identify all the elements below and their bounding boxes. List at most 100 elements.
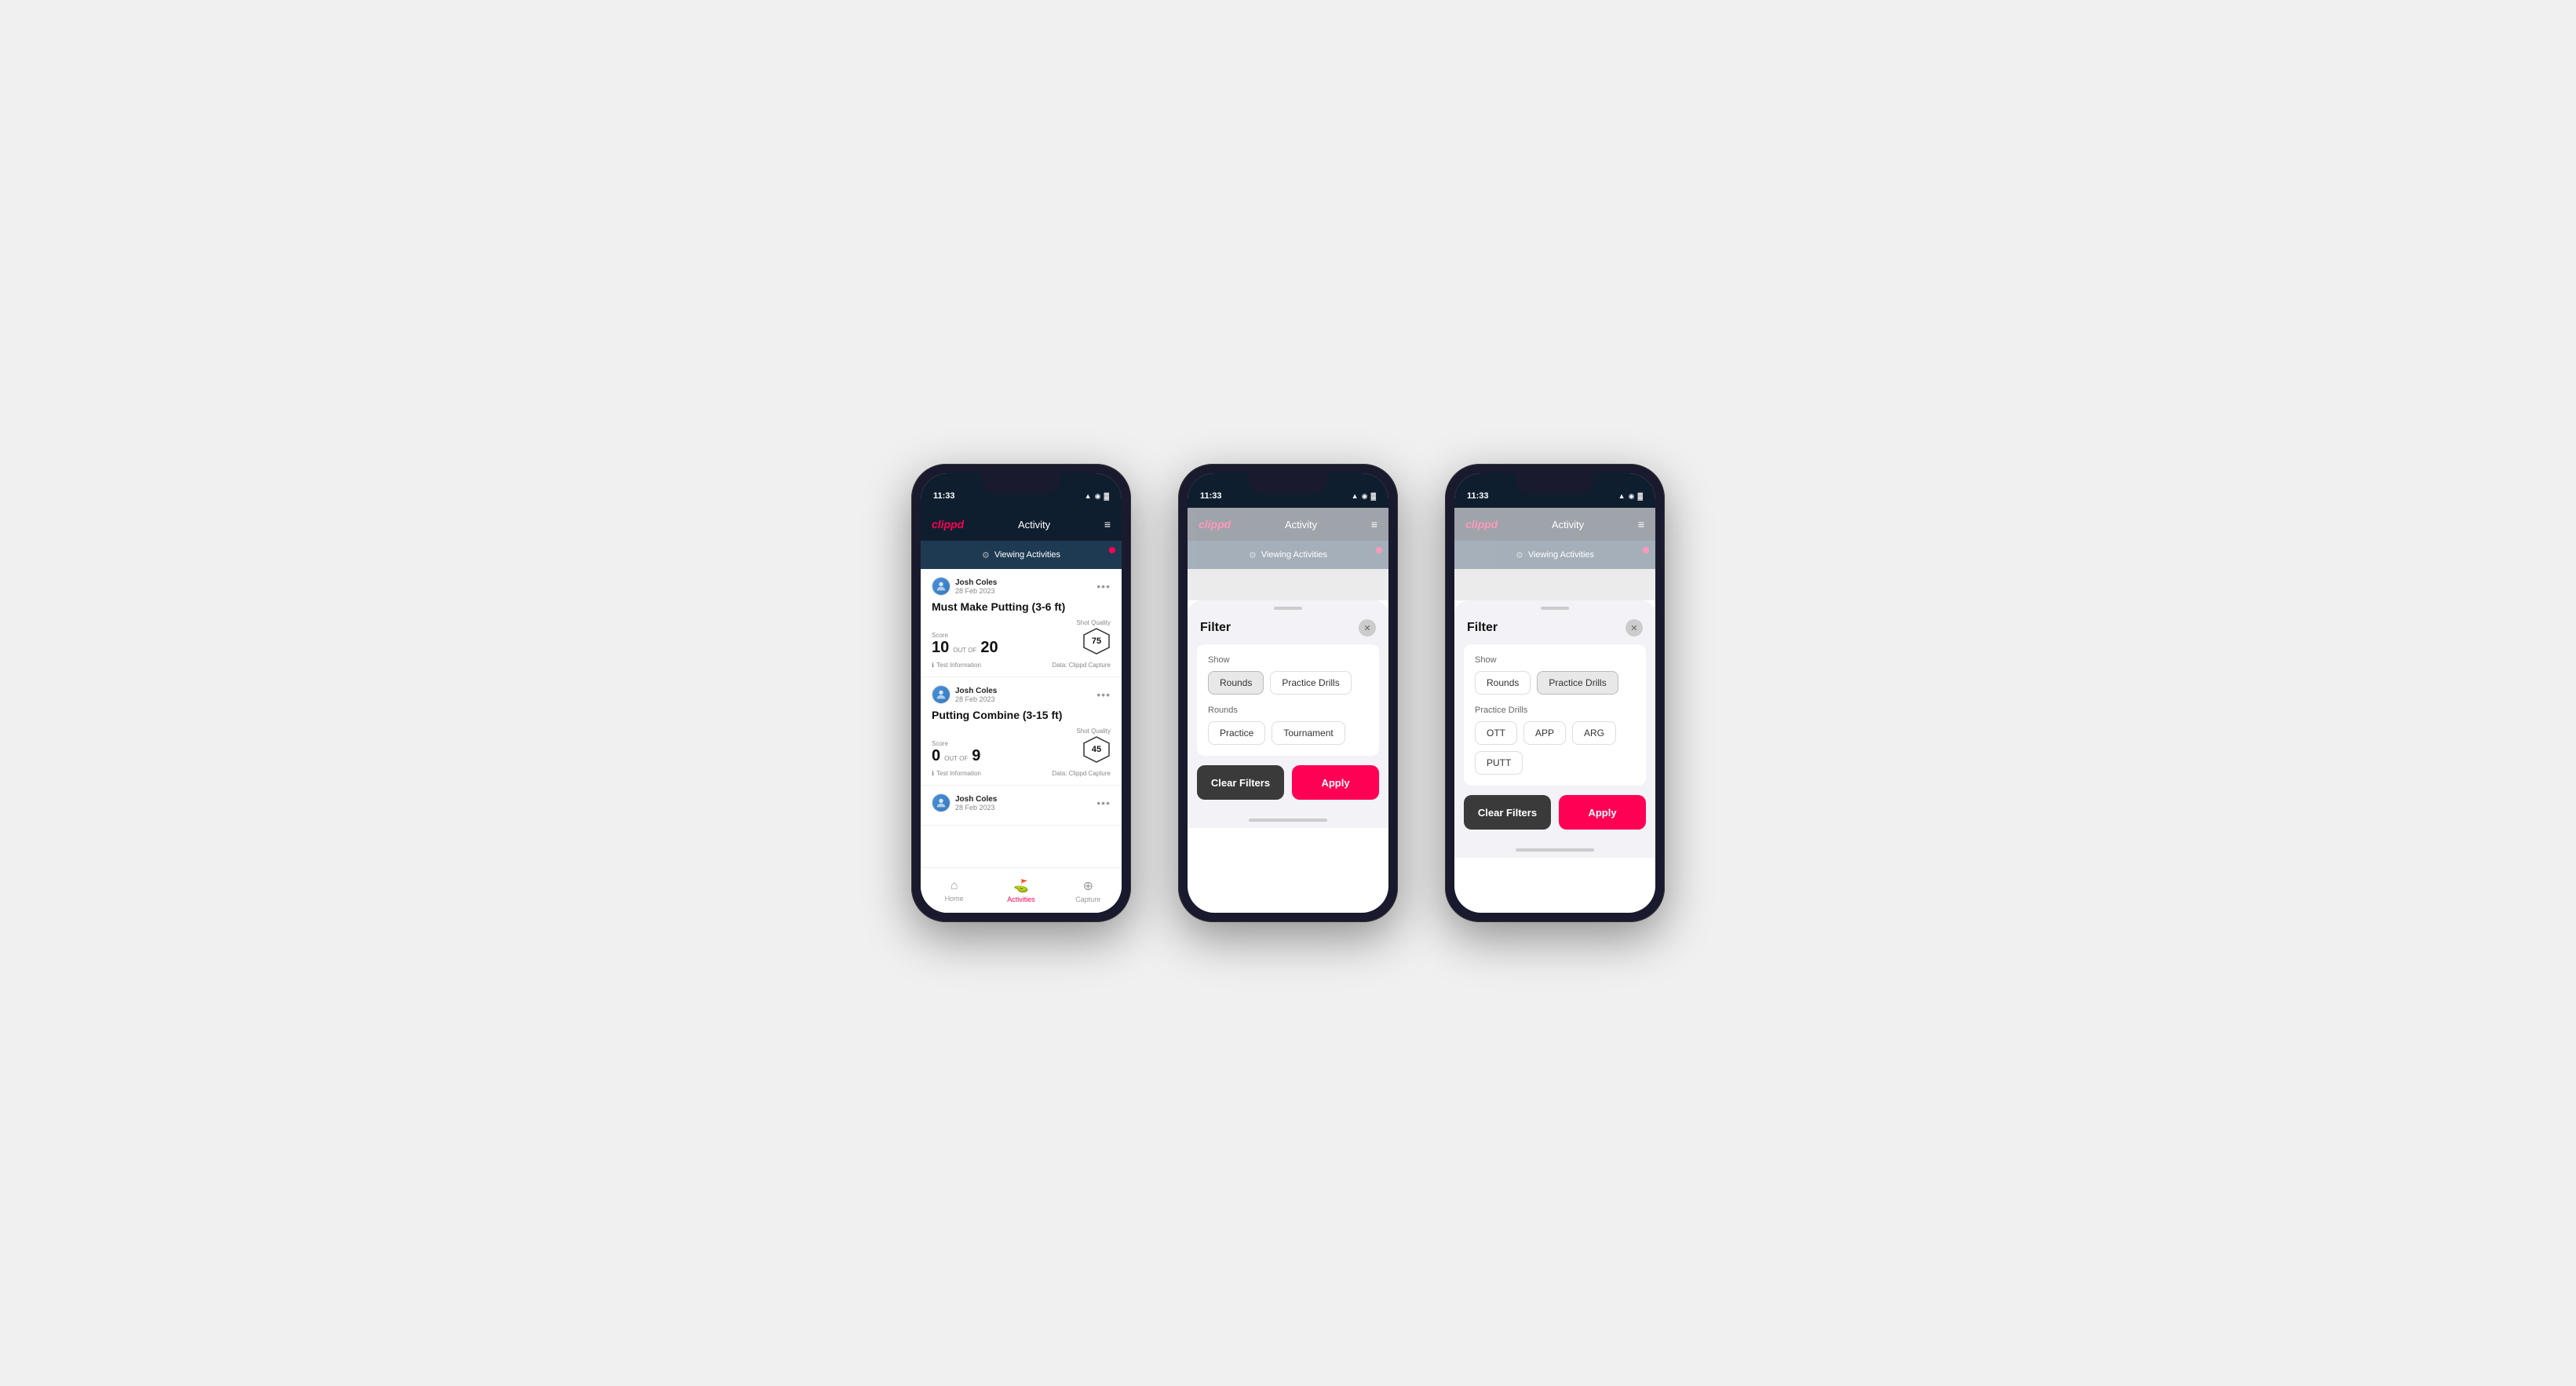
- card-menu-3[interactable]: •••: [1096, 797, 1111, 809]
- rounds-show-btn-2[interactable]: Rounds: [1208, 671, 1264, 695]
- score-label-1: Score: [932, 632, 1076, 639]
- practice-drills-label-3: Practice Drills: [1475, 706, 1635, 715]
- viewing-banner-1[interactable]: ⚙ Viewing Activities: [921, 541, 1122, 569]
- show-buttons-2: Rounds Practice Drills: [1208, 671, 1368, 695]
- card-footer-2: ℹ Test Information Data: Clippd Capture: [932, 770, 1111, 777]
- menu-icon-1[interactable]: ≡: [1104, 518, 1111, 531]
- score-block-1: Score 10 OUT OF 20: [932, 632, 1076, 655]
- notch-3: [1516, 473, 1594, 494]
- card-user-1: Josh Coles 28 Feb 2023: [932, 577, 997, 596]
- rounds-buttons-2: Practice Tournament: [1208, 721, 1368, 745]
- score-label-2: Score: [932, 740, 1076, 747]
- footer-data-2: Data: Clippd Capture: [1052, 770, 1111, 777]
- practice-drills-section-3: Practice Drills OTT APP ARG PUTT: [1475, 706, 1635, 775]
- status-time-3: 11:33: [1467, 491, 1489, 501]
- tournament-round-btn-2[interactable]: Tournament: [1272, 721, 1345, 745]
- info-icon-1: ℹ: [932, 662, 934, 669]
- bottom-indicator-3: [1454, 842, 1655, 858]
- dimmed-bg-2: [1188, 569, 1388, 600]
- nav-activities-label-1: Activities: [1007, 895, 1035, 903]
- card-header-1: Josh Coles 28 Feb 2023 •••: [932, 577, 1111, 596]
- clear-filters-btn-3[interactable]: Clear Filters: [1464, 795, 1551, 830]
- practice-drills-show-btn-3[interactable]: Practice Drills: [1537, 671, 1618, 695]
- app-header-1: clippd Activity ≡: [921, 508, 1122, 541]
- app-header-3: clippd Activity ≡: [1454, 508, 1655, 541]
- ott-btn-3[interactable]: OTT: [1475, 721, 1517, 745]
- apply-btn-3[interactable]: Apply: [1559, 795, 1646, 830]
- shot-quality-block-2: Shot Quality 45: [1076, 728, 1111, 764]
- signal-icon-3: ▲: [1618, 492, 1626, 500]
- practice-round-btn-2[interactable]: Practice: [1208, 721, 1265, 745]
- card-user-2: Josh Coles 28 Feb 2023: [932, 685, 997, 704]
- clear-filters-btn-2[interactable]: Clear Filters: [1197, 765, 1284, 800]
- activity-title-1: Must Make Putting (3-6 ft): [932, 600, 1111, 613]
- header-title-1: Activity: [1018, 519, 1050, 531]
- show-buttons-3: Rounds Practice Drills: [1475, 671, 1635, 695]
- phone-frame-2: 11:33 ▲ ◉ ▓ clippd Activity ≡ ⚙ Viewing …: [1178, 464, 1398, 922]
- status-time-1: 11:33: [933, 491, 955, 501]
- user-info-2: Josh Coles 28 Feb 2023: [955, 687, 997, 703]
- phone-frame-3: 11:33 ▲ ◉ ▓ clippd Activity ≡ ⚙ Viewing …: [1445, 464, 1665, 922]
- score-value-2: 0: [932, 748, 940, 764]
- activity-card-2[interactable]: Josh Coles 28 Feb 2023 ••• Putting Combi…: [921, 677, 1122, 786]
- shot-quality-value-2: 45: [1092, 745, 1101, 754]
- nav-capture-1[interactable]: ⊕ Capture: [1055, 878, 1122, 903]
- card-menu-1[interactable]: •••: [1096, 580, 1111, 593]
- home-indicator-2: [1249, 819, 1327, 822]
- apply-btn-2[interactable]: Apply: [1292, 765, 1379, 800]
- battery-icon-3: ▓: [1637, 492, 1643, 500]
- viewing-banner-3: ⚙ Viewing Activities: [1454, 541, 1655, 569]
- arg-btn-3[interactable]: ARG: [1572, 721, 1616, 745]
- putt-btn-3[interactable]: PUTT: [1475, 751, 1523, 775]
- app-btn-3[interactable]: APP: [1523, 721, 1566, 745]
- logo-2: clippd: [1199, 518, 1231, 531]
- avatar-inner-2: [932, 686, 950, 703]
- rounds-section-2: Rounds Practice Tournament: [1208, 706, 1368, 745]
- practice-buttons-3: OTT APP ARG PUTT: [1475, 721, 1635, 775]
- phone-frame-1: 11:33 ▲ ◉ ▓ clippd Activity ≡ ⚙ Viewing …: [911, 464, 1131, 922]
- user-name-2: Josh Coles: [955, 687, 997, 695]
- nav-activities-1[interactable]: ⛳ Activities: [987, 878, 1054, 903]
- activity-card-1[interactable]: Josh Coles 28 Feb 2023 ••• Must Make Put…: [921, 569, 1122, 677]
- info-icon-2: ℹ: [932, 770, 934, 777]
- notch-2: [1249, 473, 1327, 494]
- phone-screen-1: 11:33 ▲ ◉ ▓ clippd Activity ≡ ⚙ Viewing …: [921, 473, 1122, 913]
- filter-actions-3: Clear Filters Apply: [1454, 795, 1655, 842]
- stats-row-2: Score 0 OUT OF 9 Shot Quality: [932, 728, 1111, 764]
- logo-1: clippd: [932, 518, 964, 531]
- card-footer-1: ℹ Test Information Data: Clippd Capture: [932, 662, 1111, 669]
- card-menu-2[interactable]: •••: [1096, 688, 1111, 701]
- shot-quality-hex-1: 75: [1082, 627, 1111, 655]
- rounds-show-btn-3[interactable]: Rounds: [1475, 671, 1531, 695]
- user-name-3: Josh Coles: [955, 795, 997, 804]
- wifi-icon: ◉: [1095, 492, 1101, 501]
- close-button-2[interactable]: ✕: [1359, 619, 1376, 636]
- header-title-3: Activity: [1552, 519, 1584, 531]
- nav-home-1[interactable]: ⌂ Home: [921, 879, 987, 903]
- shot-quality-label-1: Shot Quality: [1076, 619, 1111, 626]
- wifi-icon-2: ◉: [1362, 492, 1368, 501]
- bottom-indicator-2: [1188, 812, 1388, 828]
- phone-screen-2: 11:33 ▲ ◉ ▓ clippd Activity ≡ ⚙ Viewing …: [1188, 473, 1388, 913]
- shots-value-1: 20: [980, 640, 998, 655]
- avatar-inner-3: [932, 794, 950, 812]
- signal-icon-2: ▲: [1352, 492, 1359, 500]
- header-title-2: Activity: [1285, 519, 1317, 531]
- status-icons-2: ▲ ◉ ▓: [1352, 492, 1376, 501]
- banner-dot-2: [1376, 547, 1382, 553]
- user-name-1: Josh Coles: [955, 578, 997, 587]
- out-of-2: OUT OF: [944, 755, 968, 762]
- viewing-banner-text-2: Viewing Activities: [1261, 550, 1327, 560]
- out-of-1: OUT OF: [953, 647, 976, 654]
- banner-settings-icon-3: ⚙: [1516, 550, 1523, 560]
- home-indicator-3: [1516, 848, 1594, 852]
- close-button-3[interactable]: ✕: [1626, 619, 1643, 636]
- stats-row-1: Score 10 OUT OF 20 Shot Quality: [932, 619, 1111, 655]
- wifi-icon-3: ◉: [1629, 492, 1635, 501]
- activity-list-1: Josh Coles 28 Feb 2023 ••• Must Make Put…: [921, 569, 1122, 867]
- nav-home-label-1: Home: [945, 895, 964, 903]
- dimmed-bg-3: [1454, 569, 1655, 600]
- practice-drills-show-btn-2[interactable]: Practice Drills: [1270, 671, 1351, 695]
- activity-card-3[interactable]: Josh Coles 28 Feb 2023 •••: [921, 786, 1122, 826]
- status-time-2: 11:33: [1200, 491, 1222, 501]
